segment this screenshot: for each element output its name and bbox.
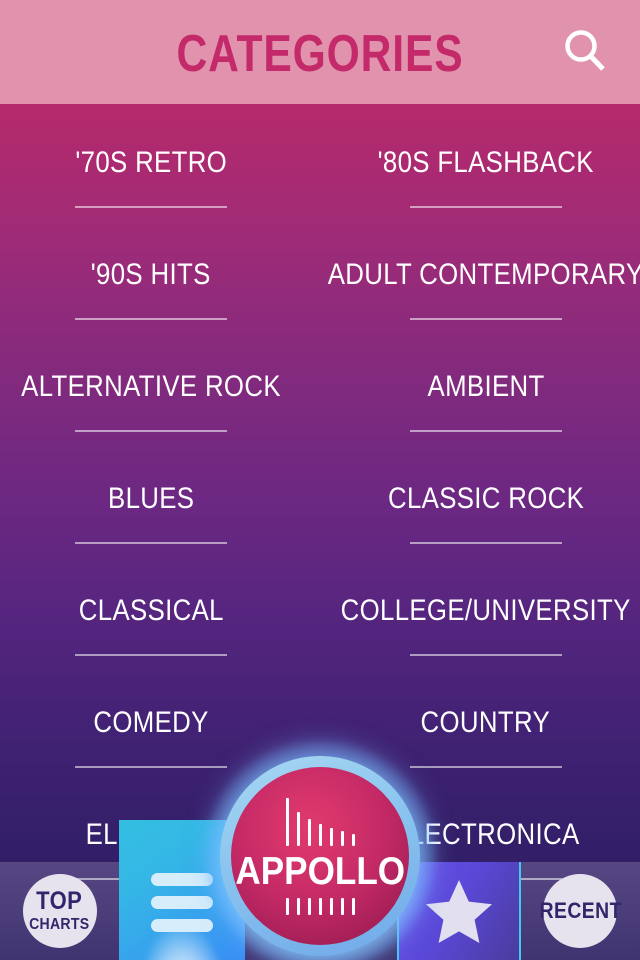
appollo-logo-button[interactable]: APPOLLO bbox=[205, 741, 435, 960]
category-label: '70S RETRO bbox=[75, 146, 227, 179]
category-item-80s-flashback[interactable]: '80S FLASHBACK bbox=[302, 126, 640, 238]
category-item-classical[interactable]: CLASSICAL bbox=[0, 574, 302, 686]
category-label: CLASSIC ROCK bbox=[387, 482, 584, 515]
category-label: '90S HITS bbox=[91, 258, 211, 291]
appollo-circle: APPOLLO bbox=[231, 767, 409, 945]
category-divider bbox=[75, 542, 227, 544]
category-item-adult-contemporary[interactable]: ADULT CONTEMPORARY bbox=[302, 238, 640, 350]
top-charts-label-line2: CHARTS bbox=[29, 916, 90, 933]
equalizer-icon bbox=[285, 794, 355, 846]
top-charts-label-line1: TOP bbox=[36, 887, 83, 915]
category-label: BLUES bbox=[107, 482, 195, 515]
category-divider bbox=[409, 654, 562, 656]
category-item-alternative-rock[interactable]: ALTERNATIVE ROCK bbox=[0, 350, 302, 462]
category-item-70s-retro[interactable]: '70S RETRO bbox=[0, 126, 302, 238]
category-item-ambient[interactable]: AMBIENT bbox=[302, 350, 640, 462]
app-screen: CATEGORIES '70S RETRO '80S FLASHBACK '90… bbox=[0, 0, 640, 960]
category-item-classic-rock[interactable]: CLASSIC ROCK bbox=[302, 462, 640, 574]
category-divider bbox=[75, 430, 227, 432]
header-bar: CATEGORIES bbox=[0, 0, 640, 104]
category-label: COUNTRY bbox=[420, 706, 551, 739]
appollo-label: APPOLLO bbox=[235, 850, 405, 893]
category-label: COMEDY bbox=[93, 706, 209, 739]
category-label: COLLEGE/UNIVERSITY bbox=[340, 594, 631, 627]
search-icon bbox=[558, 24, 614, 80]
category-divider bbox=[409, 430, 562, 432]
category-item-college-university[interactable]: COLLEGE/UNIVERSITY bbox=[302, 574, 640, 686]
category-label: CLASSICAL bbox=[78, 594, 224, 627]
category-divider bbox=[409, 318, 562, 320]
category-label: '80S FLASHBACK bbox=[377, 146, 594, 179]
category-divider bbox=[75, 654, 227, 656]
category-divider bbox=[409, 542, 562, 544]
category-label: ADULT CONTEMPORARY bbox=[327, 258, 640, 291]
category-divider bbox=[409, 766, 562, 768]
tab-top-charts[interactable]: TOP CHARTS bbox=[0, 862, 119, 960]
top-charts-icon: TOP CHARTS bbox=[22, 874, 97, 948]
category-divider bbox=[75, 766, 227, 768]
recent-label: RECENT bbox=[539, 898, 622, 923]
category-label: AMBIENT bbox=[427, 370, 545, 403]
category-item-90s-hits[interactable]: '90S HITS bbox=[0, 238, 302, 350]
equalizer-icon-bottom bbox=[285, 898, 355, 918]
star-icon bbox=[421, 874, 497, 950]
category-label: ALTERNATIVE ROCK bbox=[21, 370, 281, 403]
recent-icon: RECENT bbox=[539, 874, 621, 948]
category-divider bbox=[409, 206, 562, 208]
category-item-blues[interactable]: BLUES bbox=[0, 462, 302, 574]
page-title: CATEGORIES bbox=[176, 25, 464, 83]
category-divider bbox=[75, 318, 227, 320]
hamburger-menu-icon bbox=[150, 872, 213, 932]
search-button[interactable] bbox=[554, 20, 618, 84]
category-divider bbox=[75, 206, 227, 208]
tab-recent[interactable]: RECENT bbox=[521, 862, 640, 960]
